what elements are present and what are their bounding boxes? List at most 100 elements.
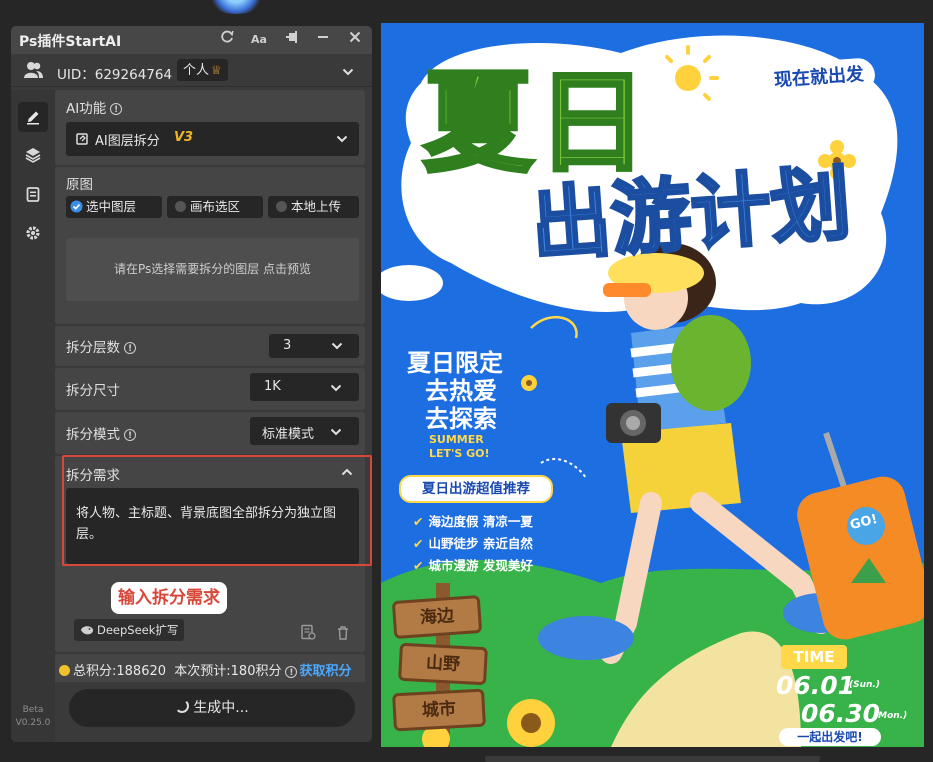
trash-icon[interactable] (336, 625, 350, 640)
option-selected-layer-label: 选中图层 (86, 199, 137, 214)
option-local-upload-label: 本地上传 (291, 199, 342, 214)
clipboard-icon[interactable] (18, 179, 48, 209)
coin-icon (59, 665, 70, 676)
deepseek-expand-button[interactable]: DeepSeek扩写 (74, 619, 185, 641)
chevron-down-icon (330, 428, 342, 436)
check-icon: ✔ (413, 536, 424, 551)
mode-label: 拆分模式! (66, 423, 136, 443)
layer-count-label: 拆分层数! (66, 336, 136, 356)
get-points-link[interactable]: 获取积分 (299, 664, 351, 679)
poster-date-1: 06.01 (776, 671, 856, 700)
poster-check-2: ✔ 山野徒步 亲近自然 (413, 533, 533, 552)
poster-subtitle-3: 去探索 (425, 405, 497, 433)
ai-function-section: AI功能! AI图层拆分 V3 (55, 90, 365, 165)
poster-english-1: SUMMER (429, 433, 484, 446)
poster-slogan: 一起出发吧! (779, 728, 881, 746)
minimize-icon[interactable] (313, 30, 333, 50)
settings-icon[interactable] (18, 218, 48, 248)
mode-value: 标准模式 (262, 427, 315, 442)
generate-label: 生成中... (193, 700, 249, 716)
close-icon[interactable] (345, 30, 365, 50)
crown-icon: ♕ (211, 63, 222, 77)
chevron-down-icon (330, 384, 342, 392)
whale-icon (81, 626, 94, 635)
account-type-badge[interactable]: 个人 ♕ (177, 59, 228, 81)
panel-title: Ps插件StartAI (19, 34, 122, 50)
info-icon[interactable]: ! (124, 342, 136, 354)
ai-function-value: AI图层拆分 (95, 134, 160, 149)
option-canvas-selection-label: 画布选区 (190, 199, 241, 214)
chevron-down-icon (331, 342, 343, 350)
poster-subtitle-1: 夏日限定 (407, 349, 503, 377)
estimated-points: 本次预计:180积分 (174, 664, 282, 679)
chevron-down-icon (336, 135, 348, 143)
sign-city: 城市 (392, 688, 486, 732)
pin-icon[interactable] (282, 30, 302, 50)
layer-count-value: 3 (283, 338, 292, 353)
check-icon: ✔ (413, 514, 424, 529)
poster-time-label: TIME (781, 645, 847, 669)
check-icon: ✔ (413, 558, 424, 573)
layer-count-section: 拆分层数! 3 (55, 326, 365, 366)
poster-day-1: (Sun.) (849, 680, 880, 690)
deepseek-expand-label: DeepSeek扩写 (97, 623, 179, 637)
poster-check-3-text: 城市漫游 发现美好 (428, 558, 533, 573)
poster-check-2-text: 山野徒步 亲近自然 (428, 536, 533, 551)
sign-beach: 海边 (391, 594, 483, 640)
version-label: V0.25.0 (15, 718, 51, 728)
highlight-box (62, 455, 372, 566)
poster-title-line1: 夏日 (421, 59, 651, 187)
info-icon[interactable]: ! (285, 665, 298, 678)
mode-section: 拆分模式! 标准模式 (55, 412, 365, 454)
option-canvas-selection[interactable]: 画布选区 (167, 196, 263, 218)
mode-label-text: 拆分模式 (66, 427, 120, 443)
plugin-panel: Ps插件StartAI Aa UID：629264764 个人 ♕ Beta V… (11, 26, 372, 742)
total-points: 总积分:188620 (73, 664, 167, 679)
callout-label: 输入拆分需求 (111, 582, 227, 614)
size-select[interactable]: 1K (250, 373, 359, 401)
size-section: 拆分尺寸 1K (55, 368, 365, 410)
radio-icon (276, 201, 287, 212)
title-bar: Ps插件StartAI Aa (11, 26, 372, 54)
option-selected-layer[interactable]: 选中图层 (66, 196, 162, 218)
ai-function-label: AI功能! (66, 97, 123, 117)
account-type-label: 个人 (183, 63, 210, 78)
layer-count-select[interactable]: 3 (269, 334, 359, 358)
poster-day-2: (Mon.) (874, 711, 908, 721)
edit-icon[interactable] (18, 102, 48, 132)
poster-date-2: 06.30 (801, 699, 881, 728)
top-glow-decoration (208, 0, 264, 14)
size-label: 拆分尺寸 (66, 383, 120, 399)
bottom-scrollbar[interactable] (485, 756, 820, 762)
info-icon[interactable]: ! (110, 103, 123, 115)
font-size-icon[interactable]: Aa (249, 30, 269, 50)
poster-english-2: LET'S GO! (429, 447, 490, 460)
poster-canvas: 现在就出发 夏日 出游计划 夏日限定 去热爱 去探索 SUMMER LET'S … (381, 23, 924, 747)
generate-button[interactable]: 生成中... (69, 689, 355, 727)
ai-function-select[interactable]: AI图层拆分 V3 (66, 122, 359, 156)
poster-check-1: ✔ 海边度假 清凉一夏 (413, 511, 533, 530)
poster-recommend: 夏日出游超值推荐 (399, 475, 553, 503)
sign-mountain: 山野 (398, 642, 488, 686)
size-value: 1K (264, 379, 281, 394)
beta-label: Beta (22, 705, 44, 715)
users-icon (24, 62, 43, 78)
source-image-label: 原图 (66, 177, 93, 193)
check-circle-icon (70, 200, 83, 213)
main-content: AI功能! AI图层拆分 V3 原图 选中图层 画布选区 本地上传 请在Ps选择… (55, 90, 372, 682)
option-local-upload[interactable]: 本地上传 (268, 196, 359, 218)
source-image-section: 原图 选中图层 画布选区 本地上传 请在Ps选择需要拆分的图层 点击预览 (55, 167, 365, 324)
layers-icon[interactable] (18, 140, 48, 170)
side-nav: Beta V0.25.0 (11, 90, 55, 742)
info-icon[interactable]: ! (124, 429, 136, 441)
radio-icon (175, 201, 186, 212)
poster-check-1-text: 海边度假 清凉一夏 (428, 514, 533, 529)
history-icon[interactable] (300, 624, 316, 640)
points-summary: 总积分:188620 本次预计:180积分! 获取积分 (59, 660, 352, 679)
chevron-down-icon[interactable] (342, 66, 354, 78)
poster-check-3: ✔ 城市漫游 发现美好 (413, 555, 533, 574)
preview-area[interactable]: 请在Ps选择需要拆分的图层 点击预览 (66, 238, 359, 301)
poster-subtitle-2: 去热爱 (425, 377, 497, 405)
mode-select[interactable]: 标准模式 (250, 417, 359, 445)
refresh-icon[interactable] (217, 30, 237, 50)
